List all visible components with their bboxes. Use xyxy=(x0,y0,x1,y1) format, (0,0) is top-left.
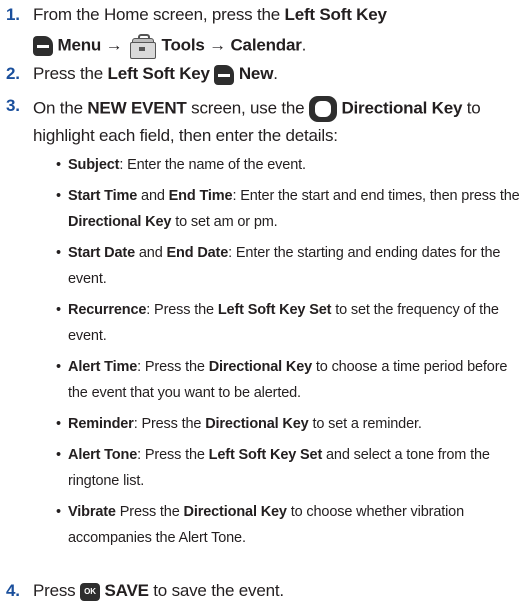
list-item: • Alert Time: Press the Directional Key t… xyxy=(56,359,508,401)
step-number: 1. xyxy=(6,5,20,24)
list-item: • Alert Tone: Press the Left Soft Key Set… xyxy=(56,447,490,489)
step-1: 1. From the Home screen, press the Left … xyxy=(0,4,530,60)
step-1-line-1: From the Home screen, press the Left Sof… xyxy=(33,5,387,24)
step-2-line-1: Press the Left Soft Key New. xyxy=(33,64,278,85)
directional-key-icon xyxy=(308,96,337,122)
list-item: • Start Time and End Time: Enter the star… xyxy=(56,188,520,230)
step-3-line-2: highlight each field, then enter the det… xyxy=(33,126,338,145)
step-number: 2. xyxy=(6,64,20,83)
list-item: • Vibrate Press the Directional Key to ch… xyxy=(56,504,465,546)
ok-key-icon: OK xyxy=(79,582,100,601)
step-3-line-1: On the NEW EVENT screen, use the Directi… xyxy=(33,96,481,122)
left-soft-key-icon xyxy=(33,36,53,56)
step-2: 2. Press the Left Soft Key New. xyxy=(0,64,530,92)
step-3: 3. On the NEW EVENT screen, use the Dire… xyxy=(0,90,530,570)
step-4-line-1: Press OK SAVE to save the event. xyxy=(33,581,284,601)
step-4: 4. Press OK SAVE to save the event. xyxy=(0,581,530,607)
list-item: • Subject: Enter the name of the event. xyxy=(56,157,306,173)
left-soft-key-icon xyxy=(214,64,235,85)
step-number: 3. xyxy=(6,96,20,115)
list-item: • Recurrence: Press the Left Soft Key Set… xyxy=(56,302,499,344)
list-item: • Reminder: Press the Directional Key to … xyxy=(56,416,422,432)
step-number: 4. xyxy=(6,581,20,600)
step-1-line-2: Menu → Tools → Calendar. xyxy=(33,34,306,59)
toolbox-icon xyxy=(127,34,157,59)
list-item: • Start Date and End Date: Enter the star… xyxy=(56,245,501,287)
